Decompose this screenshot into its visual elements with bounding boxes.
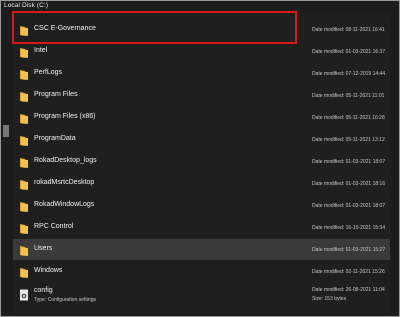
folder-icon	[19, 68, 29, 80]
item-date: Date modified: 05-11-2021 11:01	[312, 93, 385, 99]
item-date: Date modified: 01-03-2021 15:27	[312, 247, 386, 253]
item-name: RokadDesktop_logs	[34, 157, 97, 164]
list-item[interactable]: PerfLogs Date modified: 07-12-2019 14:44	[13, 63, 390, 84]
folder-icon	[19, 134, 29, 146]
item-name: config	[34, 287, 53, 294]
item-date: Date modified: 07-12-2019 14:44	[312, 71, 386, 77]
item-date: Date modified: 02-11-2021 15:26	[312, 269, 385, 275]
folder-icon	[19, 156, 29, 168]
item-date: Date modified: 08-11-2021 16:41	[312, 27, 385, 33]
folder-icon	[19, 244, 29, 256]
scrollbar-thumb[interactable]	[3, 125, 9, 137]
list-item[interactable]: CSC E-Governance Date modified: 08-11-20…	[13, 19, 390, 40]
item-type: Type: Configuration settings	[34, 297, 96, 303]
item-name: RPC Control	[34, 223, 74, 230]
list-item[interactable]: config Type: Configuration settings Date…	[13, 283, 390, 311]
list-item[interactable]: Windows Date modified: 02-11-2021 15:26	[13, 261, 390, 282]
item-date: Date modified: 01-03-2021 18:07	[312, 159, 386, 165]
list-item[interactable]: RPC Control Date modified: 16-10-2021 15…	[13, 217, 390, 238]
folder-icon	[19, 24, 29, 36]
list-item[interactable]: rokadMsrtcDesktop Date modified: 01-03-2…	[13, 173, 390, 194]
folder-icon	[19, 200, 29, 212]
folder-icon	[19, 266, 29, 278]
list-item[interactable]: Program Files Date modified: 05-11-2021 …	[13, 85, 390, 106]
settings-file-icon	[19, 288, 29, 301]
item-name: ProgramData	[34, 135, 76, 142]
item-size: Size: 153 bytes	[312, 296, 347, 302]
item-name: rokadMsrtcDesktop	[34, 179, 95, 186]
item-name: CSC E-Governance	[34, 25, 96, 32]
list-item[interactable]: Program Files (x86) Date modified: 05-11…	[13, 107, 390, 128]
list-item[interactable]: ProgramData Date modified: 05-11-2021 13…	[13, 129, 390, 150]
list-item-selected[interactable]: Users Date modified: 01-03-2021 15:27	[13, 239, 390, 260]
item-date: Date modified: 05-11-2021 16:28	[312, 115, 385, 121]
item-date: Date modified: 05-11-2021 13:12	[312, 137, 385, 143]
item-name: Program Files (x86)	[34, 113, 96, 120]
file-explorer-window: Local Disk (C:) CSC E-Governance Date mo…	[0, 0, 400, 317]
list-item[interactable]: RokadWindowLogs Date modified: 01-03-202…	[13, 195, 390, 216]
item-name: RokadWindowLogs	[34, 201, 95, 208]
item-date: Date modified: 01-03-2021 16:37	[312, 49, 386, 55]
folder-icon	[19, 46, 29, 58]
item-date: Date modified: 16-10-2021 15:34	[312, 225, 386, 231]
item-name: Program Files	[34, 91, 78, 98]
item-date: Date modified: 01-03-2021 18:07	[312, 203, 386, 209]
folder-icon	[19, 178, 29, 190]
item-name: Users	[34, 245, 53, 252]
folder-icon	[19, 112, 29, 124]
location-title: Local Disk (C:)	[4, 2, 49, 9]
item-name: Intel	[34, 47, 48, 54]
list-item[interactable]: Intel Date modified: 01-03-2021 16:37	[13, 41, 390, 62]
file-list: CSC E-Governance Date modified: 08-11-20…	[13, 13, 390, 314]
item-date: Date modified: 26-08-2021 11:04	[312, 287, 385, 293]
item-name: PerfLogs	[34, 69, 63, 76]
folder-icon	[19, 222, 29, 234]
list-item[interactable]: RokadDesktop_logs Date modified: 01-03-2…	[13, 151, 390, 172]
folder-icon	[19, 90, 29, 102]
item-date: Date modified: 01-03-2021 18:16	[312, 181, 386, 187]
item-name: Windows	[34, 267, 63, 274]
